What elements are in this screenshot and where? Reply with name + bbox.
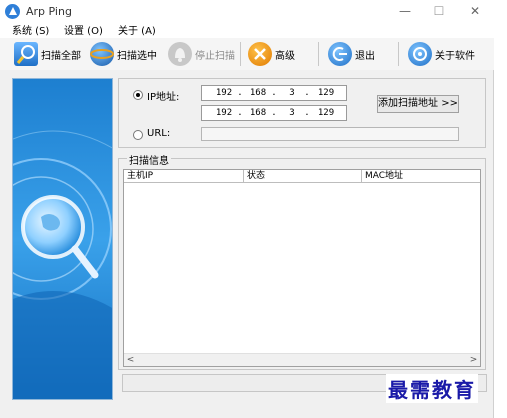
advanced-button[interactable]: 高级 <box>248 40 295 68</box>
sidebar-banner <box>12 78 113 400</box>
toolbar: 扫描全部 扫描选中 停止扫描 高级 退出 关于软件 <box>0 38 494 70</box>
toolbar-divider <box>318 42 319 66</box>
advanced-label: 高级 <box>275 50 295 62</box>
ip-start-input[interactable]: 192 . 168 . 3 . 129 <box>201 85 347 101</box>
scan-all-icon <box>14 42 38 66</box>
ip-end-octet-1: 192 <box>215 108 233 118</box>
about-software-button[interactable]: 关于软件 <box>408 40 475 68</box>
stop-scan-label: 停止扫描 <box>195 50 235 62</box>
exit-button[interactable]: 退出 <box>328 40 375 68</box>
stop-bell-icon <box>168 42 192 66</box>
app-logo-icon <box>5 4 20 19</box>
exit-label: 退出 <box>355 50 375 62</box>
close-button[interactable]: ✕ <box>466 3 484 19</box>
scroll-left-arrow[interactable]: < <box>124 354 137 366</box>
url-label: URL: <box>147 128 171 139</box>
minimize-button[interactable]: — <box>396 3 414 19</box>
toolbar-divider <box>240 42 241 66</box>
scan-all-button[interactable]: 扫描全部 <box>14 40 81 68</box>
ip-end-input[interactable]: 192 . 168 . 3 . 129 <box>201 105 347 121</box>
horizontal-scrollbar[interactable]: < > <box>124 353 480 366</box>
globe-banner-graphic <box>13 79 112 399</box>
tools-icon <box>248 42 272 66</box>
ip-end-octet-3: 3 <box>289 108 295 118</box>
ip-radio[interactable] <box>133 90 143 100</box>
about-info-icon <box>408 42 432 66</box>
globe-scan-icon <box>90 42 114 66</box>
add-scan-address-button[interactable]: 添加扫描地址 >> <box>377 95 459 113</box>
ip-end-octet-4: 129 <box>317 108 335 118</box>
window-title: Arp Ping <box>26 5 72 18</box>
url-input[interactable] <box>201 127 459 141</box>
menu-settings[interactable]: 设置 (O) <box>64 22 103 37</box>
scroll-right-arrow[interactable]: > <box>467 354 480 366</box>
scan-info-group: 扫描信息 主机IP 状态 MAC地址 < > <box>118 152 486 370</box>
address-form: IP地址: 192 . 168 . 3 . 129 192 . 168 . 3 … <box>118 78 486 148</box>
url-radio[interactable] <box>133 130 143 140</box>
menu-system[interactable]: 系统 (S) <box>12 22 49 37</box>
watermark-text: 最需教育 <box>386 374 478 403</box>
menu-about[interactable]: 关于 (A) <box>118 22 156 37</box>
exit-icon <box>328 42 352 66</box>
scan-results-list[interactable]: 主机IP 状态 MAC地址 < > <box>123 169 481 367</box>
ip-start-octet-3: 3 <box>289 88 295 98</box>
scan-all-label: 扫描全部 <box>41 50 81 62</box>
ip-start-octet-4: 129 <box>317 88 335 98</box>
menu-bar: 系统 (S) 设置 (O) 关于 (A) <box>0 20 494 38</box>
column-host-ip[interactable]: 主机IP <box>124 170 244 183</box>
column-status[interactable]: 状态 <box>244 170 362 183</box>
scan-selected-label: 扫描选中 <box>117 50 157 62</box>
about-software-label: 关于软件 <box>435 50 475 62</box>
ip-label: IP地址: <box>147 92 180 103</box>
ip-start-octet-1: 192 <box>215 88 233 98</box>
column-mac-address[interactable]: MAC地址 <box>362 170 480 183</box>
scan-info-title: 扫描信息 <box>127 152 171 167</box>
maximize-button[interactable]: ☐ <box>430 3 448 19</box>
stop-scan-button[interactable]: 停止扫描 <box>168 40 235 68</box>
toolbar-divider <box>398 42 399 66</box>
app-window: Arp Ping — ☐ ✕ 系统 (S) 设置 (O) 关于 (A) 扫描全部… <box>0 0 494 418</box>
scan-selected-button[interactable]: 扫描选中 <box>90 40 157 68</box>
ip-end-octet-2: 168 <box>249 108 267 118</box>
ip-start-octet-2: 168 <box>249 88 267 98</box>
